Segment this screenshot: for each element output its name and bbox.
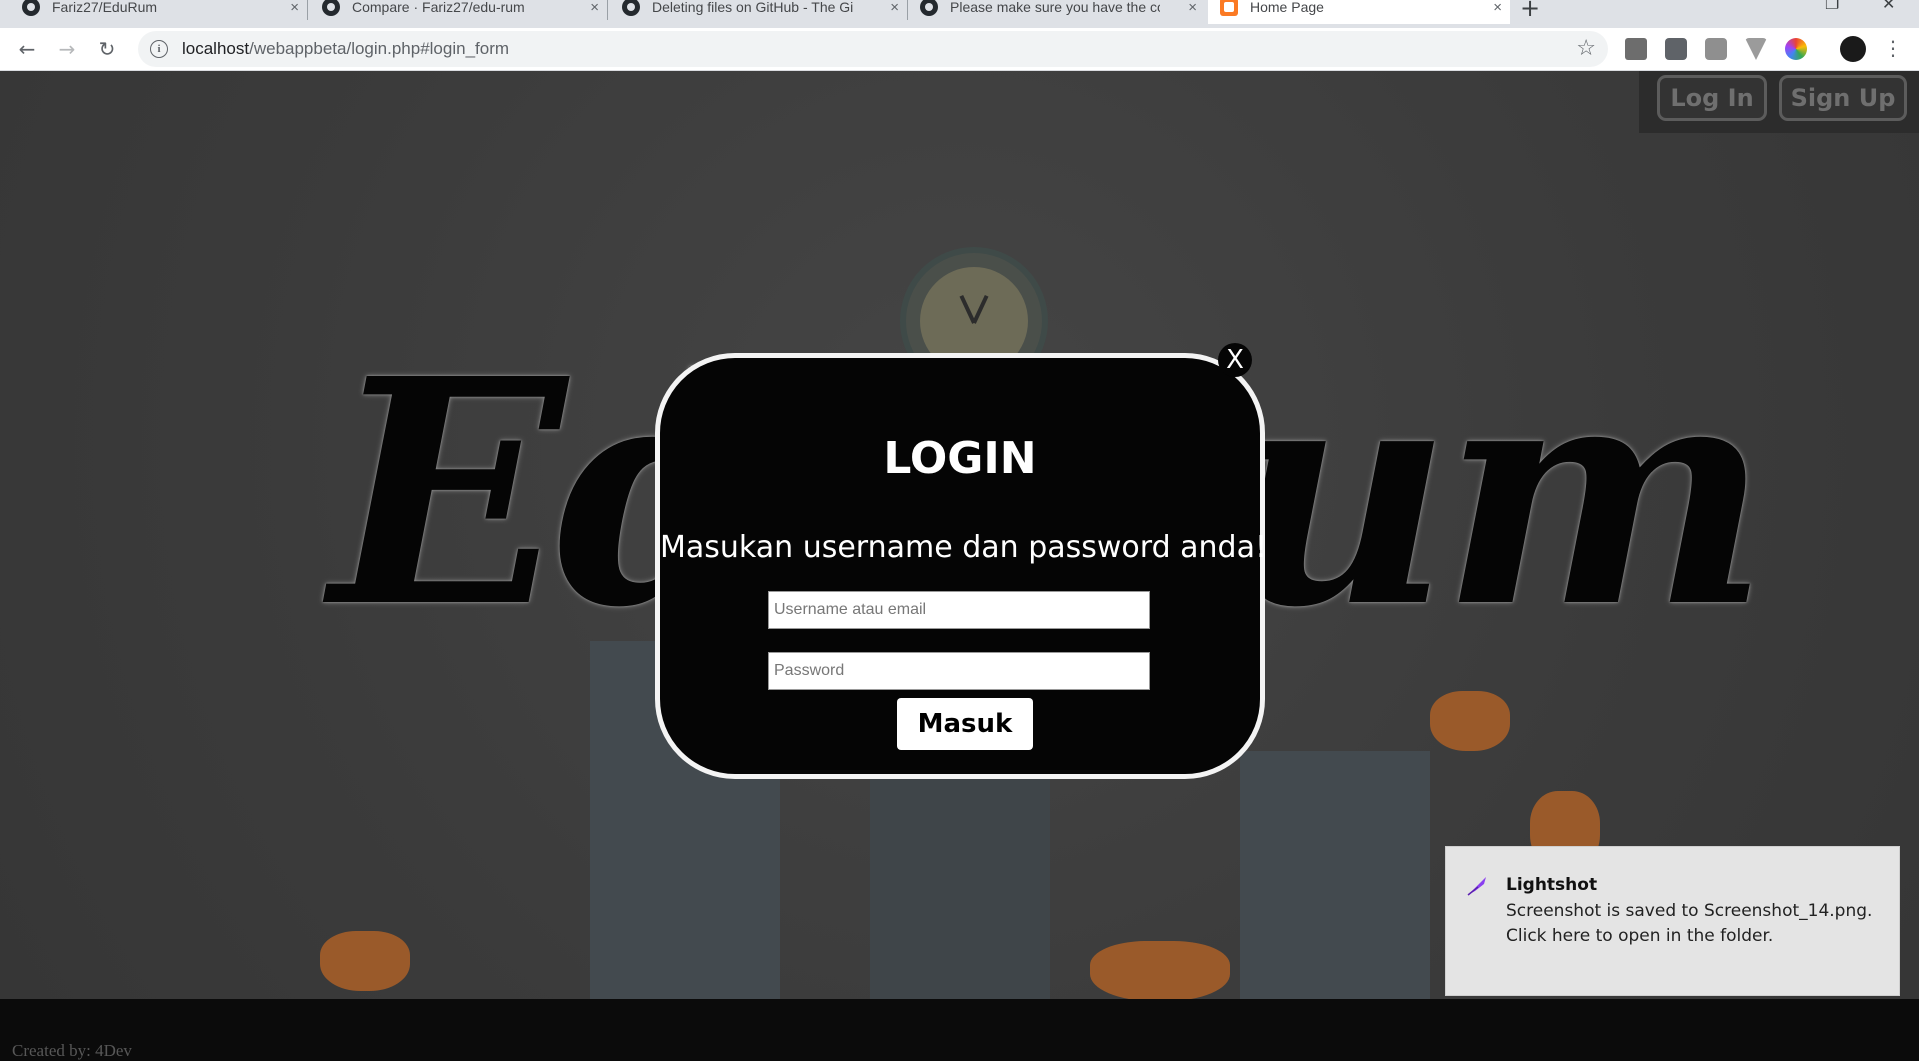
vimium-extension-icon[interactable] (1745, 38, 1767, 60)
dog-illustration (1430, 691, 1510, 751)
new-tab-button[interactable]: + (1520, 0, 1540, 22)
url-text[interactable]: localhost/webappbeta/login.php#login_for… (182, 39, 509, 59)
tab-title: Please make sure you have the co (950, 0, 1160, 15)
browser-tab[interactable]: Fariz27/EduRum × (22, 0, 308, 24)
address-bar[interactable]: i localhost/webappbeta/login.php#login_f… (138, 31, 1608, 67)
color-picker-extension-icon[interactable] (1785, 38, 1807, 60)
camera-extension-icon[interactable] (1625, 38, 1647, 60)
url-path: /webappbeta/login.php#login_form (249, 39, 510, 58)
cabinet-illustration (1240, 751, 1430, 999)
password-input[interactable] (768, 652, 1150, 690)
login-modal: LOGIN Masukan username dan password anda… (655, 353, 1268, 779)
site-info-icon[interactable]: i (150, 40, 168, 58)
reload-icon[interactable]: ↻ (92, 34, 122, 64)
lightshot-feather-icon (1467, 877, 1486, 896)
forward-icon[interactable]: → (52, 34, 82, 64)
login-submit-button[interactable]: Masuk (897, 698, 1033, 750)
xampp-icon (1220, 0, 1238, 16)
notification-app-name: Lightshot (1506, 875, 1598, 895)
notification-body: Screenshot is saved to Screenshot_14.png… (1506, 901, 1873, 946)
browser-tab[interactable]: Please make sure you have the co × (920, 0, 1205, 24)
browser-tab-active[interactable]: Home Page × (1208, 0, 1510, 24)
tab-close-icon[interactable]: × (590, 0, 599, 16)
modal-title: LOGIN (883, 433, 1037, 484)
back-icon[interactable]: ← (12, 34, 42, 64)
browser-menu-icon[interactable]: ⋮ (1883, 36, 1903, 60)
tab-title: Compare · Fariz27/edu-rum (352, 0, 525, 15)
tab-close-icon[interactable]: × (1493, 0, 1502, 16)
github-icon (22, 0, 40, 16)
login-message: Masukan username dan password anda! (660, 530, 1268, 565)
tab-close-icon[interactable]: × (290, 0, 299, 16)
modal-close-button[interactable]: X (1218, 343, 1252, 377)
facebook-extension-icon[interactable] (1665, 38, 1687, 60)
tab-title: Deleting files on GitHub - The Gi (652, 0, 854, 15)
dog-illustration (320, 931, 410, 991)
lightshot-notification[interactable]: Lightshot Screenshot is saved to Screens… (1445, 846, 1900, 996)
auth-nav: Log In Sign Up (1639, 71, 1919, 133)
github-icon (322, 0, 340, 16)
signup-button[interactable]: Sign Up (1779, 75, 1907, 121)
bookmark-star-icon[interactable]: ☆ (1576, 36, 1596, 61)
tab-separator (607, 0, 608, 20)
tab-strip: Fariz27/EduRum × Compare · Fariz27/edu-r… (0, 0, 1919, 28)
username-input[interactable] (768, 591, 1150, 629)
avatar[interactable] (1840, 36, 1866, 62)
browser-toolbar: ← → ↻ i localhost/webappbeta/login.php#l… (0, 28, 1919, 71)
browser-tab[interactable]: Compare · Fariz27/edu-rum × (322, 0, 608, 24)
tab-title: Fariz27/EduRum (52, 0, 158, 15)
tab-title: Home Page (1250, 0, 1324, 15)
footer-credit: Created by: 4Dev (12, 1041, 132, 1060)
dog-illustration (1090, 941, 1230, 999)
tab-separator (907, 0, 908, 20)
tab-close-icon[interactable]: × (1188, 0, 1197, 16)
browser-tab[interactable]: Deleting files on GitHub - The Gi × (622, 0, 908, 24)
github-icon (920, 0, 938, 16)
login-button[interactable]: Log In (1657, 75, 1767, 121)
tab-close-icon[interactable]: × (890, 0, 899, 16)
tab-separator (307, 0, 308, 20)
close-window-icon[interactable]: ✕ (1882, 0, 1895, 13)
github-icon (622, 0, 640, 16)
url-host: localhost (182, 39, 250, 58)
profile-extension-icon[interactable] (1705, 38, 1727, 60)
restore-window-icon[interactable]: ❐ (1825, 0, 1839, 13)
stool-illustration (870, 771, 1050, 999)
footer: Created by: 4Dev (0, 999, 1919, 1061)
